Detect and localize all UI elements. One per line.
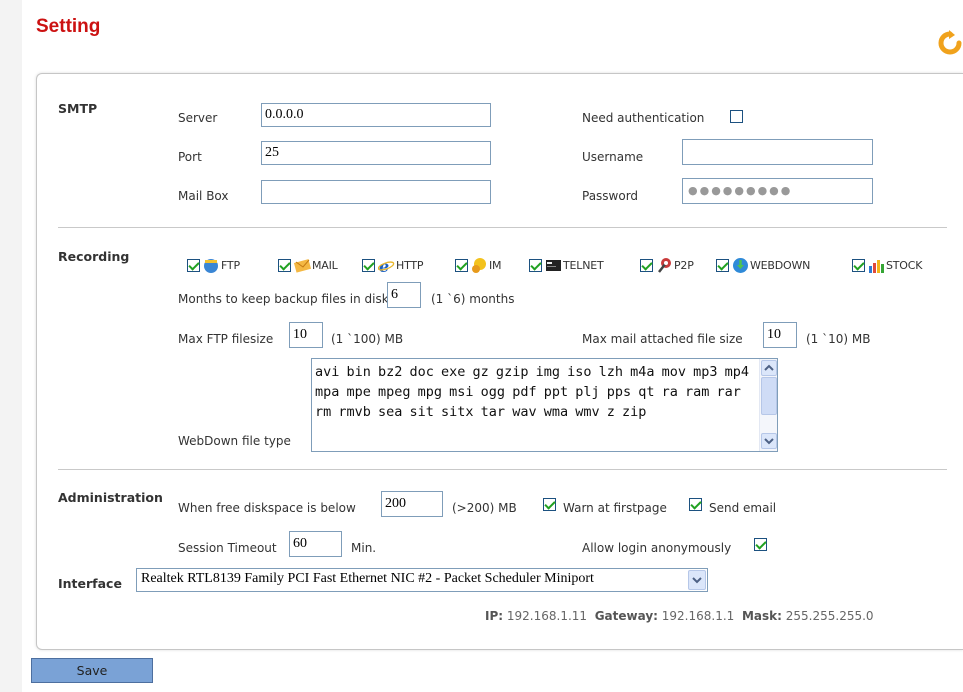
divider — [58, 469, 947, 470]
ftp-icon — [204, 258, 218, 273]
webdown-filetype-label: WebDown file type — [178, 434, 291, 448]
need-auth-label: Need authentication — [582, 111, 705, 125]
diskspace-range: (>200) MB — [452, 501, 517, 515]
mail-icon — [294, 258, 311, 273]
stock-label: STOCK — [886, 258, 923, 272]
chevron-down-icon — [692, 577, 702, 584]
webdown-icon — [733, 257, 748, 273]
mask-value: 255.255.255.0 — [785, 609, 874, 623]
allow-anonymous-checkbox[interactable] — [754, 538, 767, 551]
mail-label: MAIL — [312, 258, 338, 272]
need-auth-checkbox[interactable] — [730, 110, 743, 123]
divider — [58, 227, 947, 228]
protocol-http[interactable]: e HTTP — [362, 256, 424, 274]
mail-size-label: Max mail attached file size — [582, 332, 743, 346]
session-timeout-label: Session Timeout — [178, 541, 277, 555]
mailbox-input[interactable] — [261, 180, 491, 204]
mailbox-label: Mail Box — [178, 189, 229, 203]
administration-section-label: Administration — [58, 490, 163, 505]
textarea-scrollbar[interactable] — [759, 359, 777, 451]
username-label: Username — [582, 150, 644, 164]
protocol-p2p[interactable]: P2P — [640, 256, 694, 274]
ftp-size-label: Max FTP filesize — [178, 332, 274, 346]
telnet-icon — [546, 259, 561, 271]
warn-firstpage-label: Warn at firstpage — [563, 501, 667, 515]
protocol-stock[interactable]: STOCK — [852, 256, 922, 274]
p2p-label: P2P — [674, 258, 694, 272]
ftp-label: FTP — [221, 258, 240, 272]
ftp-size-input[interactable] — [289, 322, 323, 348]
scroll-down-button[interactable] — [761, 433, 777, 449]
webdown-filetype-textarea[interactable]: avi bin bz2 doc exe gz gzip img iso lzh … — [311, 358, 778, 452]
ftp-checkbox[interactable] — [187, 258, 200, 272]
page-title: Setting — [36, 16, 101, 37]
password-input[interactable]: ●●●●●●●●● — [682, 178, 873, 204]
server-input[interactable] — [261, 103, 491, 127]
http-label: HTTP — [396, 258, 424, 272]
protocol-mail[interactable]: MAIL — [278, 256, 338, 274]
protocol-webdown[interactable]: WEBDOWN — [716, 256, 810, 274]
ftp-size-range: (1 `100) MB — [331, 332, 404, 346]
network-info: IP: 192.168.1.11 Gateway: 192.168.1.1 Ma… — [485, 609, 874, 623]
warn-firstpage-checkbox[interactable] — [543, 498, 556, 511]
port-label: Port — [178, 150, 202, 164]
interface-section-label: Interface — [58, 576, 122, 591]
interface-selected-value: Realtek RTL8139 Family PCI Fast Ethernet… — [141, 571, 594, 586]
im-label: IM — [489, 258, 502, 272]
protocol-ftp[interactable]: FTP — [187, 256, 240, 274]
gateway-value: 192.168.1.1 — [661, 609, 735, 623]
recording-section-label: Recording — [58, 249, 130, 264]
webdown-checkbox[interactable] — [716, 258, 729, 272]
months-label: Months to keep backup files in disk — [178, 292, 389, 306]
http-checkbox[interactable] — [362, 258, 375, 272]
protocol-telnet[interactable]: TELNET — [529, 256, 604, 274]
http-icon: e — [378, 257, 395, 274]
diskspace-input[interactable] — [381, 491, 443, 517]
username-input[interactable] — [682, 139, 873, 165]
chevron-up-icon — [764, 364, 774, 371]
telnet-label: TELNET — [563, 258, 604, 272]
gateway-label: Gateway: — [594, 609, 658, 623]
interface-dropdown-button[interactable] — [688, 570, 706, 590]
mail-size-input[interactable] — [763, 322, 797, 348]
months-input[interactable] — [387, 282, 421, 308]
ip-value: 192.168.1.11 — [506, 609, 588, 623]
scroll-up-button[interactable] — [761, 360, 777, 376]
allow-anonymous-label: Allow login anonymously — [582, 541, 732, 555]
smtp-section-label: SMTP — [58, 101, 98, 116]
port-input[interactable] — [261, 141, 491, 165]
session-timeout-unit: Min. — [351, 541, 377, 555]
mail-size-range: (1 `10) MB — [806, 332, 871, 346]
protocol-im[interactable]: IM — [455, 256, 502, 274]
im-icon — [472, 257, 486, 273]
mail-checkbox[interactable] — [278, 258, 291, 272]
p2p-checkbox[interactable] — [640, 258, 653, 272]
telnet-checkbox[interactable] — [529, 258, 542, 272]
session-timeout-input[interactable] — [289, 531, 342, 557]
webdown-filetype-text: avi bin bz2 doc exe gz gzip img iso lzh … — [315, 364, 750, 420]
password-label: Password — [582, 189, 639, 203]
server-label: Server — [178, 111, 218, 125]
months-range: (1 `6) months — [431, 292, 515, 306]
interface-select[interactable]: Realtek RTL8139 Family PCI Fast Ethernet… — [136, 568, 708, 592]
im-checkbox[interactable] — [455, 258, 468, 272]
refresh-icon[interactable] — [938, 30, 963, 55]
send-email-checkbox[interactable] — [689, 498, 702, 511]
send-email-label: Send email — [709, 501, 777, 515]
mask-label: Mask: — [741, 609, 782, 623]
ip-label: IP: — [485, 609, 504, 623]
diskspace-label: When free diskspace is below — [178, 501, 356, 515]
stock-checkbox[interactable] — [852, 258, 865, 272]
p2p-icon — [658, 257, 671, 273]
save-button[interactable]: Save — [31, 658, 153, 683]
stock-icon — [869, 259, 884, 273]
webdown-label: WEBDOWN — [750, 258, 811, 272]
scroll-thumb[interactable] — [761, 377, 777, 415]
chevron-down-icon — [764, 438, 774, 445]
left-margin-bar — [0, 0, 22, 692]
